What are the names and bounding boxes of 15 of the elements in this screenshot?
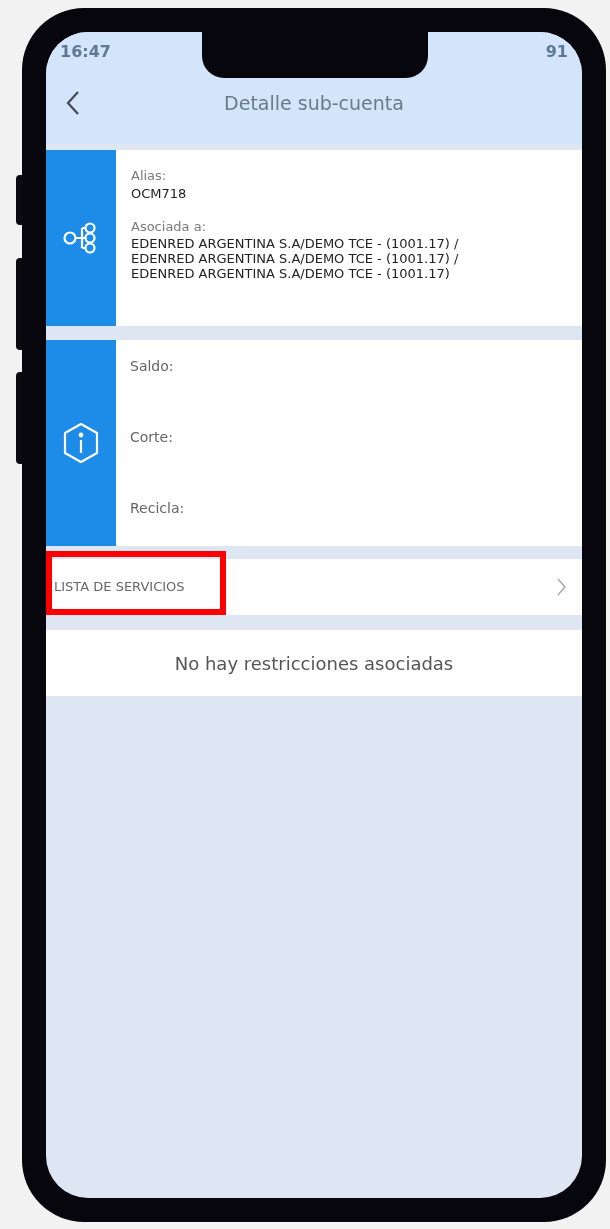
field-label: Alias: — [131, 167, 168, 185]
chevron-right-icon — [557, 578, 566, 596]
field-value: EDENRED ARGENTINA S.A/DEMO TCE - (1001.17) / EDENRED ARGENTINA S.A/DEMO TCE - (1001.17) / EDENRED ARGENTINA S.A/DEMO TCE - (1001.17) — [131, 236, 459, 281]
back-icon[interactable] — [66, 90, 80, 116]
field-label: Recicla: — [130, 499, 185, 518]
field-label: Asociada a: — [131, 217, 208, 236]
screen-title: Detalle sub-cuenta — [223, 90, 405, 116]
battery-level: 91 — [545, 41, 568, 63]
status-time: 16:47 — [60, 41, 111, 63]
field-label: Saldo: — [130, 357, 175, 376]
empty-message: No hay restricciones asociadas — [174, 651, 454, 676]
field-label: Corte: — [130, 428, 174, 447]
info-icon — [62, 422, 100, 464]
services-label: LISTA DE SERVICIOS — [54, 578, 185, 597]
field-value: OCM718 — [131, 185, 188, 201]
